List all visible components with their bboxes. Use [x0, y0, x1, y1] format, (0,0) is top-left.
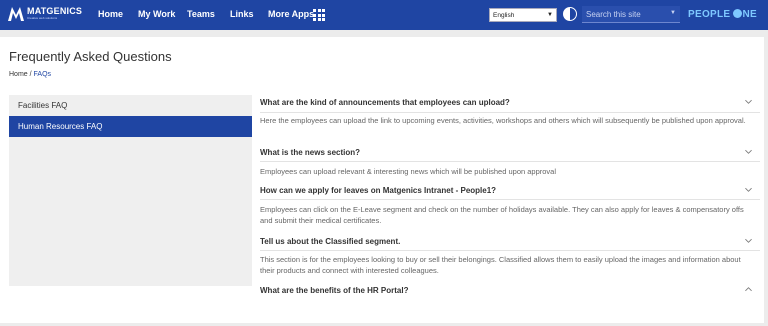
nav-home[interactable]: Home	[98, 9, 123, 19]
sidebar-item-human-resources-faq[interactable]: Human Resources FAQ	[9, 116, 252, 137]
faq-answer: Employees can click on the E-Leave segme…	[260, 205, 744, 225]
logo-name: MATGENICS	[27, 6, 83, 16]
page-title: Frequently Asked Questions	[9, 49, 172, 64]
faq-question[interactable]: What is the news section?	[260, 148, 760, 157]
divider	[260, 112, 760, 113]
search-placeholder: Search this site	[586, 10, 641, 19]
sidebar-item-facilities-faq[interactable]: Facilities FAQ	[9, 95, 252, 116]
nav-teams[interactable]: Teams	[187, 9, 215, 19]
chevron-down-icon[interactable]	[745, 148, 752, 155]
faq-question[interactable]: Tell us about the Classified segment.	[260, 237, 760, 246]
top-navigation-bar: MATGENICS Creative web solutions Home My…	[0, 0, 768, 30]
faq-answer: Employees can upload relevant & interest…	[260, 167, 557, 176]
matgenics-logo[interactable]: MATGENICS Creative web solutions	[8, 7, 82, 21]
faq-answer: Here the employees can upload the link t…	[260, 116, 746, 125]
nav-links[interactable]: Links	[230, 9, 254, 19]
chevron-down-icon: ▼	[547, 12, 553, 18]
chevron-down-icon[interactable]	[745, 237, 752, 244]
faq-category-sidebar: Facilities FAQ Human Resources FAQ	[9, 95, 252, 286]
nav-more-apps[interactable]: More Apps	[268, 9, 314, 19]
people-one-brand-logo: PEOPLE NE	[688, 9, 757, 20]
chevron-down-icon[interactable]	[745, 186, 752, 193]
logo-mark-icon	[8, 7, 24, 21]
chevron-up-icon[interactable]	[745, 286, 752, 293]
breadcrumb-home[interactable]: Home	[9, 71, 28, 78]
faq-question[interactable]: How can we apply for leaves on Matgenics…	[260, 186, 760, 195]
logo-tagline: Creative web solutions	[27, 16, 58, 20]
faq-answer: This section is for the employees lookin…	[260, 255, 741, 275]
faq-question[interactable]: What are the kind of announcements that …	[260, 98, 760, 107]
breadcrumb: Home / FAQs	[9, 71, 52, 78]
nav-my-work[interactable]: My Work	[138, 9, 175, 19]
language-select[interactable]: English ▼	[489, 8, 557, 22]
contrast-toggle-icon[interactable]	[563, 7, 577, 21]
divider	[260, 199, 760, 200]
breadcrumb-faqs[interactable]: FAQs	[34, 71, 52, 78]
chevron-down-icon[interactable]	[745, 98, 752, 105]
faq-question[interactable]: What are the benefits of the HR Portal?	[260, 286, 760, 295]
chevron-down-icon: ▼	[670, 10, 676, 16]
divider	[260, 161, 760, 162]
faq-page: Frequently Asked Questions Home / FAQs F…	[0, 37, 764, 323]
divider	[260, 250, 760, 251]
app-launcher-grid-icon[interactable]	[313, 9, 325, 21]
search-input[interactable]: Search this site ▼	[582, 6, 680, 23]
language-value: English	[493, 12, 515, 19]
